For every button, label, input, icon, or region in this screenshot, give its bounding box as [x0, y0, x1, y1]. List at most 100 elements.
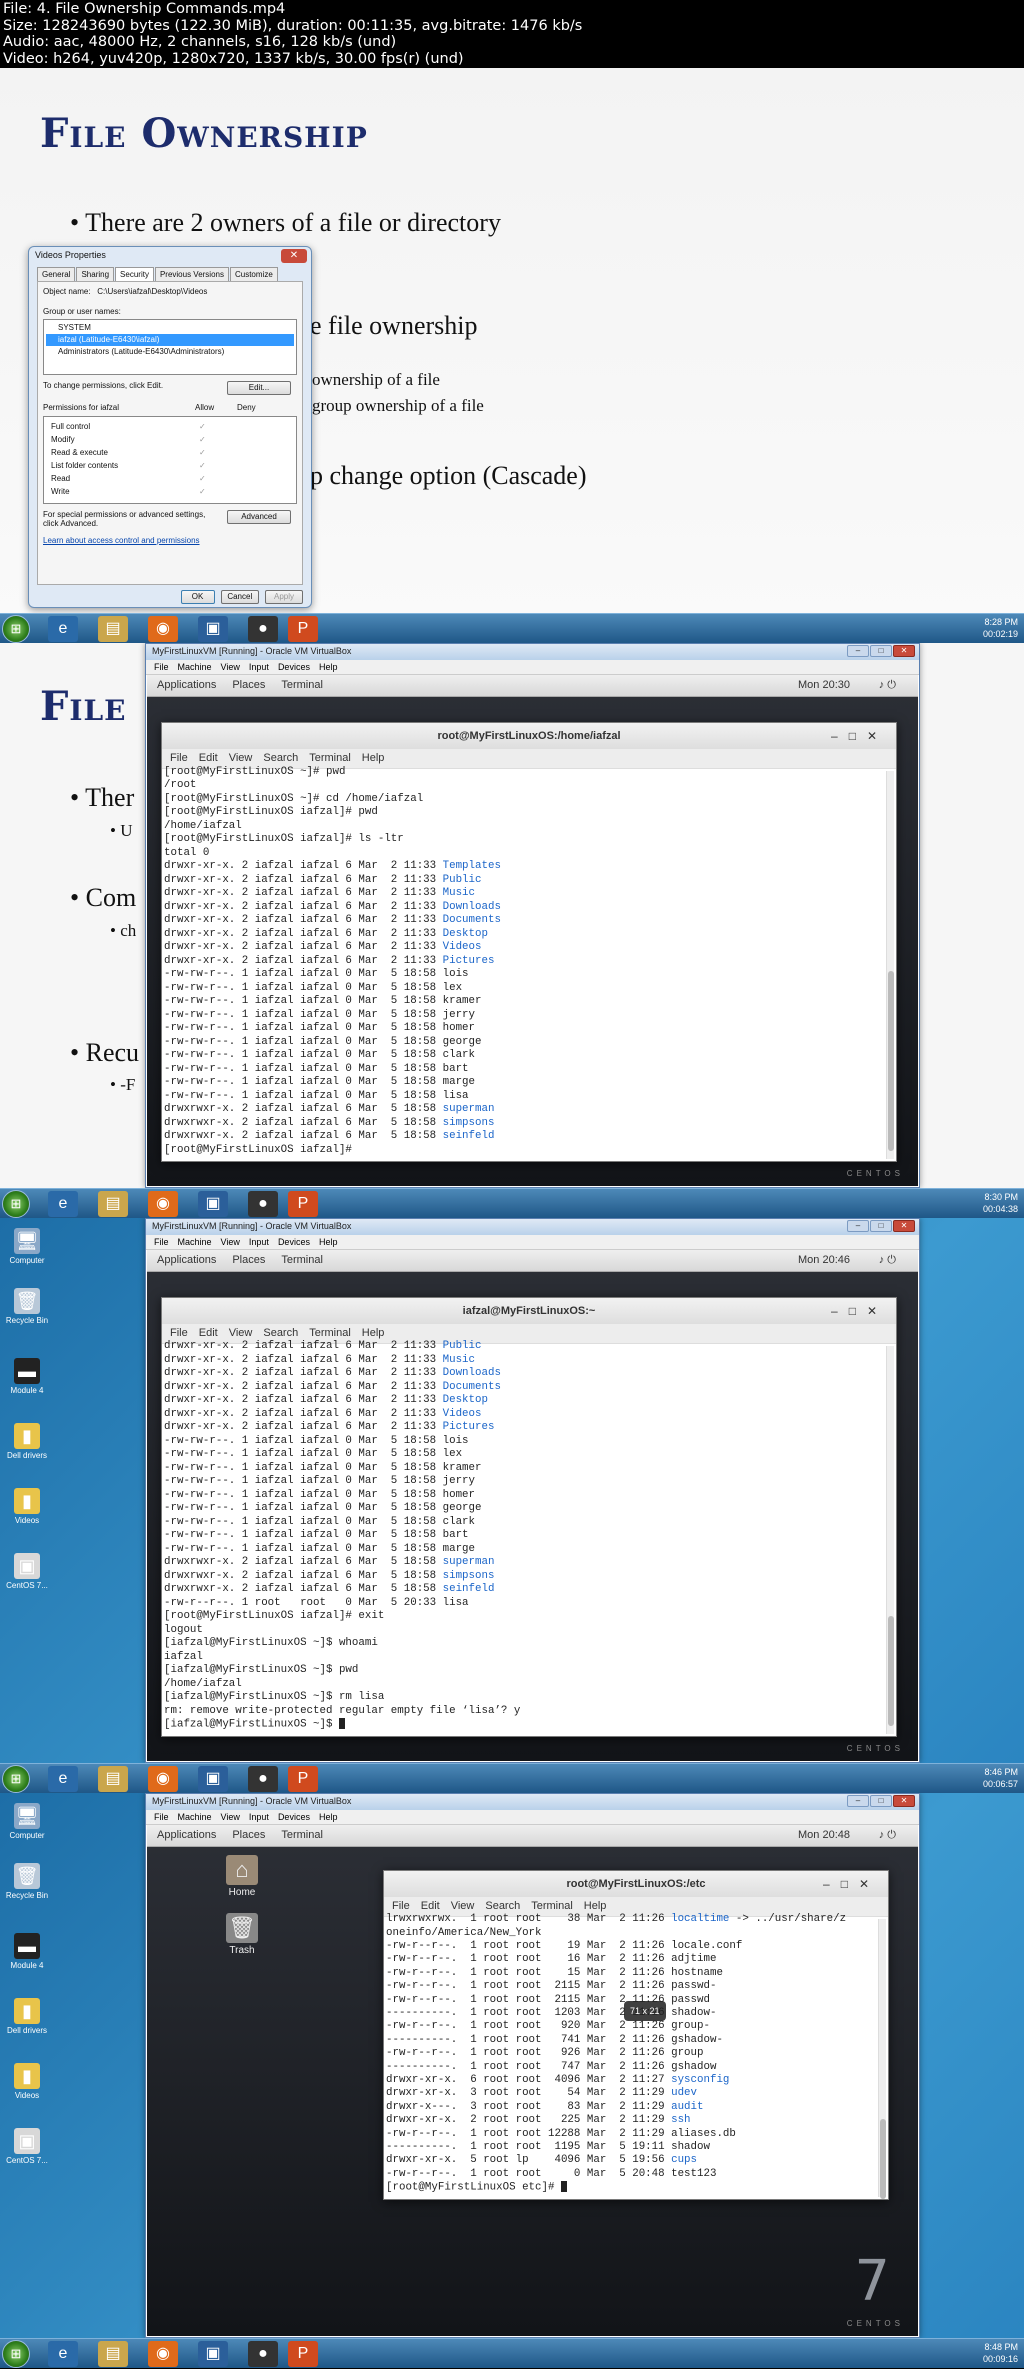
list-item[interactable]: Administrators (Latitude-E6430\Administr… [46, 346, 294, 358]
menu-search[interactable]: Search [485, 1900, 520, 1912]
close-button[interactable]: ✕ [893, 1795, 915, 1807]
desktop-icon-computer[interactable]: 🖥 Computer [0, 1803, 54, 1840]
menu-file[interactable]: File [154, 662, 169, 672]
obs-icon[interactable]: ● [248, 616, 278, 642]
menu-machine[interactable]: Machine [178, 1812, 212, 1822]
explorer-icon[interactable]: ▤ [98, 1191, 128, 1217]
powerpoint-icon[interactable]: P [288, 616, 318, 642]
terminal-controls[interactable]: –□✕ [831, 1298, 888, 1324]
menu-view[interactable]: View [229, 752, 253, 764]
maximize-button[interactable]: □ [870, 1795, 892, 1807]
virtualbox-icon[interactable]: ▣ [198, 2341, 228, 2367]
powerpoint-icon[interactable]: P [288, 2341, 318, 2367]
places-menu[interactable]: Places [232, 1829, 265, 1841]
home-desktop-icon[interactable]: ⌂ Home [217, 1855, 267, 1898]
minimize-button[interactable]: – [847, 645, 869, 657]
menu-terminal[interactable]: Terminal [309, 1327, 351, 1339]
start-button[interactable]: ⊞ [2, 615, 30, 643]
ie-icon[interactable]: e [48, 1766, 78, 1792]
menu-help[interactable]: Help [319, 1237, 338, 1247]
applications-menu[interactable]: Applications [157, 1829, 216, 1841]
terminal-output[interactable]: lrwxrwxrwx. 1 root root 38 Mar 2 11:26 l… [386, 1913, 874, 2195]
menu-file[interactable]: File [170, 1327, 188, 1339]
learn-link[interactable]: Learn about access control and permissio… [43, 536, 297, 545]
explorer-icon[interactable]: ▤ [98, 616, 128, 642]
ie-icon[interactable]: e [48, 2341, 78, 2367]
menu-terminal[interactable]: Terminal [309, 752, 351, 764]
menu-help[interactable]: Help [362, 1327, 385, 1339]
desktop-icon-videos[interactable]: ▮ Videos [0, 2063, 54, 2100]
menu-help[interactable]: Help [319, 662, 338, 672]
menu-search[interactable]: Search [263, 752, 298, 764]
tab-sharing[interactable]: Sharing [76, 267, 115, 282]
menu-view[interactable]: View [229, 1327, 253, 1339]
terminal-menu[interactable]: Terminal [281, 1829, 323, 1841]
menu-input[interactable]: Input [249, 662, 269, 672]
ie-icon[interactable]: e [48, 616, 78, 642]
desktop-icon-module4[interactable]: ▬ Module 4 [0, 1358, 54, 1395]
powerpoint-icon[interactable]: P [288, 1766, 318, 1792]
start-button[interactable]: ⊞ [2, 2340, 30, 2368]
tab-customize[interactable]: Customize [229, 267, 278, 282]
menu-search[interactable]: Search [263, 1327, 298, 1339]
desktop-icon-recycle-bin[interactable]: 🗑 Recycle Bin [0, 1863, 54, 1900]
explorer-icon[interactable]: ▤ [98, 1766, 128, 1792]
trash-desktop-icon[interactable]: 🗑 Trash [217, 1913, 267, 1956]
menu-edit[interactable]: Edit [199, 752, 218, 764]
terminal-controls[interactable]: –□✕ [831, 723, 888, 749]
tab-security[interactable]: Security [115, 267, 154, 282]
menu-devices[interactable]: Devices [278, 662, 310, 672]
desktop-icon-centos[interactable]: ▣ CentOS 7... [0, 1553, 54, 1590]
menu-help[interactable]: Help [584, 1900, 607, 1912]
menu-machine[interactable]: Machine [178, 1237, 212, 1247]
obs-icon[interactable]: ● [248, 1191, 278, 1217]
menu-view[interactable]: View [221, 1237, 240, 1247]
terminal-output[interactable]: drwxr-xr-x. 2 iafzal iafzal 6 Mar 2 11:3… [164, 1340, 882, 1732]
list-item[interactable]: SYSTEM [46, 322, 294, 334]
apply-button[interactable]: Apply [265, 590, 303, 604]
volume-icon[interactable]: ♪ ⏻ [879, 1829, 896, 1842]
ok-button[interactable]: OK [180, 590, 215, 604]
user-list[interactable]: SYSTEM iafzal (Latitude-E6430\iafzal) Ad… [43, 319, 297, 375]
places-menu[interactable]: Places [232, 679, 265, 691]
menu-view[interactable]: View [221, 1812, 240, 1822]
powerpoint-icon[interactable]: P [288, 1191, 318, 1217]
minimize-button[interactable]: – [847, 1795, 869, 1807]
maximize-button[interactable]: □ [870, 1220, 892, 1232]
volume-icon[interactable]: ♪ ⏻ [879, 1254, 896, 1267]
desktop-icon-recycle-bin[interactable]: 🗑 Recycle Bin [0, 1288, 54, 1325]
menu-file[interactable]: File [170, 752, 188, 764]
menu-view[interactable]: View [451, 1900, 475, 1912]
minimize-button[interactable]: – [847, 1220, 869, 1232]
firefox-icon[interactable]: ◉ [148, 1766, 178, 1792]
list-item[interactable]: iafzal (Latitude-E6430\iafzal) [46, 334, 294, 346]
desktop-icon-videos[interactable]: ▮ Videos [0, 1488, 54, 1525]
desktop-icon-dell-drivers[interactable]: ▮ Dell drivers [0, 1998, 54, 2035]
menu-file[interactable]: File [392, 1900, 410, 1912]
terminal-menu[interactable]: Terminal [281, 1254, 323, 1266]
terminal-menu[interactable]: Terminal [281, 679, 323, 691]
menu-input[interactable]: Input [249, 1237, 269, 1247]
firefox-icon[interactable]: ◉ [148, 2341, 178, 2367]
desktop-icon-dell-drivers[interactable]: ▮ Dell drivers [0, 1423, 54, 1460]
menu-machine[interactable]: Machine [178, 662, 212, 672]
start-button[interactable]: ⊞ [2, 1765, 30, 1793]
desktop-icon-centos[interactable]: ▣ CentOS 7... [0, 2128, 54, 2165]
menu-edit[interactable]: Edit [421, 1900, 440, 1912]
advanced-button[interactable]: Advanced [227, 510, 291, 524]
virtualbox-icon[interactable]: ▣ [198, 1766, 228, 1792]
close-button[interactable]: ✕ [893, 645, 915, 657]
applications-menu[interactable]: Applications [157, 1254, 216, 1266]
volume-icon[interactable]: ♪ ⏻ [879, 679, 896, 692]
tab-previous-versions[interactable]: Previous Versions [154, 267, 229, 282]
applications-menu[interactable]: Applications [157, 679, 216, 691]
desktop-icon-module4[interactable]: ▬ Module 4 [0, 1933, 54, 1970]
menu-help[interactable]: Help [362, 752, 385, 764]
menu-input[interactable]: Input [249, 1812, 269, 1822]
scrollbar[interactable] [886, 1346, 894, 1734]
ie-icon[interactable]: e [48, 1191, 78, 1217]
terminal-controls[interactable]: –□✕ [823, 1871, 880, 1897]
menu-view[interactable]: View [221, 662, 240, 672]
virtualbox-icon[interactable]: ▣ [198, 1191, 228, 1217]
menu-help[interactable]: Help [319, 1812, 338, 1822]
